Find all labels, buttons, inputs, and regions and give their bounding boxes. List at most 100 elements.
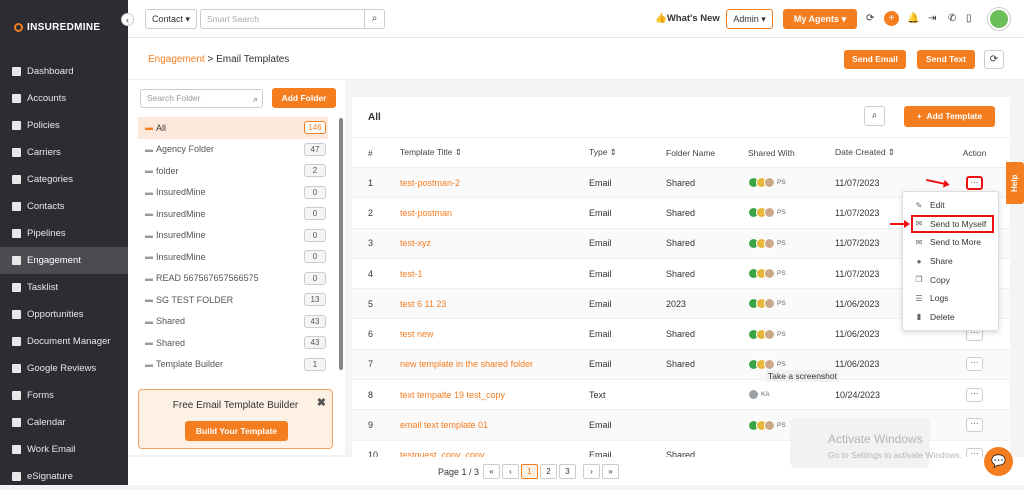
shared-with[interactable]: PS xyxy=(748,177,835,189)
sidebar-item-engagement[interactable]: Engagement xyxy=(0,247,128,274)
logout-icon[interactable]: ⇥ xyxy=(928,13,936,24)
folder-item[interactable]: ▬ Shared 43 xyxy=(138,311,328,333)
folder-item[interactable]: ▬ Agency Folder 47 xyxy=(138,139,328,161)
page-2-button[interactable]: 2 xyxy=(540,464,557,479)
sidebar-item-accounts[interactable]: Accounts xyxy=(0,85,128,112)
notifications-icon[interactable]: 🔔 xyxy=(907,13,919,24)
shared-with[interactable]: PS xyxy=(748,237,835,249)
folder-item[interactable]: ▬ InsuredMine 0 xyxy=(138,203,328,225)
template-title-link[interactable]: new template in the shared folder xyxy=(400,349,589,381)
menu-item-share[interactable]: ● Share xyxy=(903,252,998,271)
row-actions-button[interactable]: ··· xyxy=(966,387,983,402)
sidebar-item-calendar[interactable]: Calendar xyxy=(0,409,128,436)
row-actions-button[interactable]: ··· xyxy=(966,357,983,372)
brand-logo[interactable]: INSUREDMINE xyxy=(14,22,100,33)
smart-search-input[interactable]: Smart Search xyxy=(200,9,365,29)
sort-icon[interactable]: ⇕ xyxy=(452,147,462,157)
sidebar-item-forms[interactable]: Forms xyxy=(0,382,128,409)
sidebar-item-categories[interactable]: Categories xyxy=(0,166,128,193)
folder-item[interactable]: ▬ Shared 43 xyxy=(138,332,328,354)
sidebar-item-document-manager[interactable]: Document Manager xyxy=(0,328,128,355)
shared-with[interactable]: KA xyxy=(748,389,835,401)
template-title-link[interactable]: text tempalte 19 test_copy xyxy=(400,379,589,411)
folder-search-input[interactable]: Search Folder ⌕ xyxy=(140,89,263,108)
folder-item[interactable]: ▬ READ 567567657566575 0 xyxy=(138,268,328,290)
column-header[interactable]: Date Created ⇕ xyxy=(835,137,939,168)
sidebar-item-esignature[interactable]: eSignature xyxy=(0,463,128,490)
column-header[interactable]: Template Title ⇕ xyxy=(400,137,589,168)
refresh-icon[interactable]: ⟳ xyxy=(984,50,1004,69)
template-title-link[interactable]: test-postman-2 xyxy=(400,167,589,199)
collapse-sidebar-button[interactable]: ‹ xyxy=(121,13,134,26)
chat-icon[interactable]: 💬 xyxy=(984,447,1013,476)
shared-with[interactable]: PS xyxy=(748,207,835,219)
template-title-link[interactable]: test new xyxy=(400,318,589,350)
sidebar-item-work-email[interactable]: Work Email xyxy=(0,436,128,463)
page-1-button[interactable]: 1 xyxy=(521,464,538,479)
row-actions-button[interactable]: ··· xyxy=(966,175,983,190)
folder-item[interactable]: ▬ Template Builder 1 xyxy=(138,354,328,376)
sidebar-item-tasklist[interactable]: Tasklist xyxy=(0,274,128,301)
next-page-button[interactable]: › xyxy=(583,464,600,479)
menu-item-send-to-more[interactable]: ✉ Send to More xyxy=(903,233,998,252)
breadcrumb-engagement[interactable]: Engagement xyxy=(148,54,205,65)
menu-item-copy[interactable]: ❐ Copy xyxy=(903,270,998,289)
sidebar-item-carriers[interactable]: Carriers xyxy=(0,139,128,166)
shared-with[interactable]: PS xyxy=(748,268,835,280)
sidebar-item-contacts[interactable]: Contacts xyxy=(0,193,128,220)
search-icon[interactable]: ⌕ xyxy=(364,9,385,29)
close-icon[interactable]: ✖ xyxy=(317,396,326,409)
search-icon[interactable]: ⌕ xyxy=(864,106,885,126)
folder-item[interactable]: ▬ SG TEST FOLDER 13 xyxy=(138,289,328,311)
shared-with[interactable]: PS xyxy=(748,328,835,340)
sidebar-item-pipelines[interactable]: Pipelines xyxy=(0,220,128,247)
search-scope-select[interactable]: Contact ▾ xyxy=(145,9,197,29)
menu-item-logs[interactable]: ☰ Logs xyxy=(903,289,998,308)
row-actions-button[interactable]: ··· xyxy=(966,418,983,433)
template-title-link[interactable]: test 6 11 23 xyxy=(400,288,589,320)
folder-item[interactable]: ▬ InsuredMine 0 xyxy=(138,225,328,247)
folder-scrollbar[interactable] xyxy=(339,118,343,370)
shared-with[interactable]: PS xyxy=(748,358,835,370)
sidebar-item-google-reviews[interactable]: Google Reviews xyxy=(0,355,128,382)
help-tab[interactable]: Help xyxy=(1006,162,1024,204)
search-icon[interactable]: ⌕ xyxy=(253,91,258,108)
user-avatar[interactable] xyxy=(988,8,1010,30)
folder-item[interactable]: ▬ All 146 xyxy=(138,117,328,139)
send-email-button[interactable]: Send Email xyxy=(844,50,906,69)
my-agents-button[interactable]: My Agents ▾ xyxy=(783,9,857,29)
build-template-button[interactable]: Build Your Template xyxy=(185,421,288,441)
sort-icon[interactable]: ⇕ xyxy=(886,147,895,157)
template-title-link[interactable]: test-xyz xyxy=(400,228,589,259)
folder-item[interactable]: ▬ InsuredMine 0 xyxy=(138,246,328,268)
sidebar-item-dashboard[interactable]: Dashboard xyxy=(0,58,128,85)
template-title-link[interactable]: email text template 01 xyxy=(400,409,589,441)
folder-item[interactable]: ▬ folder 2 xyxy=(138,160,328,182)
add-template-button[interactable]: + Add Template xyxy=(904,106,995,127)
menu-item-edit[interactable]: ✎ Edit xyxy=(903,196,998,215)
sidebar-item-opportunities[interactable]: Opportunities xyxy=(0,301,128,328)
last-page-button[interactable]: » xyxy=(602,464,619,479)
prev-page-button[interactable]: ‹ xyxy=(502,464,519,479)
template-title-link[interactable]: testquest_copy_copy xyxy=(400,440,589,457)
phone-icon[interactable]: ✆ xyxy=(948,13,956,24)
mobile-icon[interactable]: ▯ xyxy=(966,13,972,24)
menu-item-delete[interactable]: ▮ Delete xyxy=(903,308,998,327)
sync-icon[interactable]: ⟳ xyxy=(866,13,874,24)
shared-with[interactable]: PS xyxy=(748,298,835,310)
first-page-button[interactable]: « xyxy=(483,464,500,479)
page-3-button[interactable]: 3 xyxy=(559,464,576,479)
column-header[interactable]: Type ⇕ xyxy=(589,137,666,168)
folder-item[interactable]: ▬ InsuredMine 0 xyxy=(138,182,328,204)
role-select[interactable]: Admin ▾ xyxy=(726,9,773,29)
sidebar-item-policies[interactable]: Policies xyxy=(0,112,128,139)
send-text-button[interactable]: Send Text xyxy=(917,50,975,69)
template-title-link[interactable]: test-postman xyxy=(400,197,589,229)
add-folder-button[interactable]: Add Folder xyxy=(272,88,336,108)
menu-item-send-to-myself[interactable]: ✉ Send to Myself xyxy=(911,214,994,234)
row-actions-button[interactable]: ··· xyxy=(966,448,983,457)
whats-new-link[interactable]: 👍What's New xyxy=(655,13,720,24)
sort-icon[interactable]: ⇕ xyxy=(607,147,617,157)
plus-icon[interactable]: + xyxy=(884,11,899,26)
template-title-link[interactable]: test-1 xyxy=(400,258,589,290)
